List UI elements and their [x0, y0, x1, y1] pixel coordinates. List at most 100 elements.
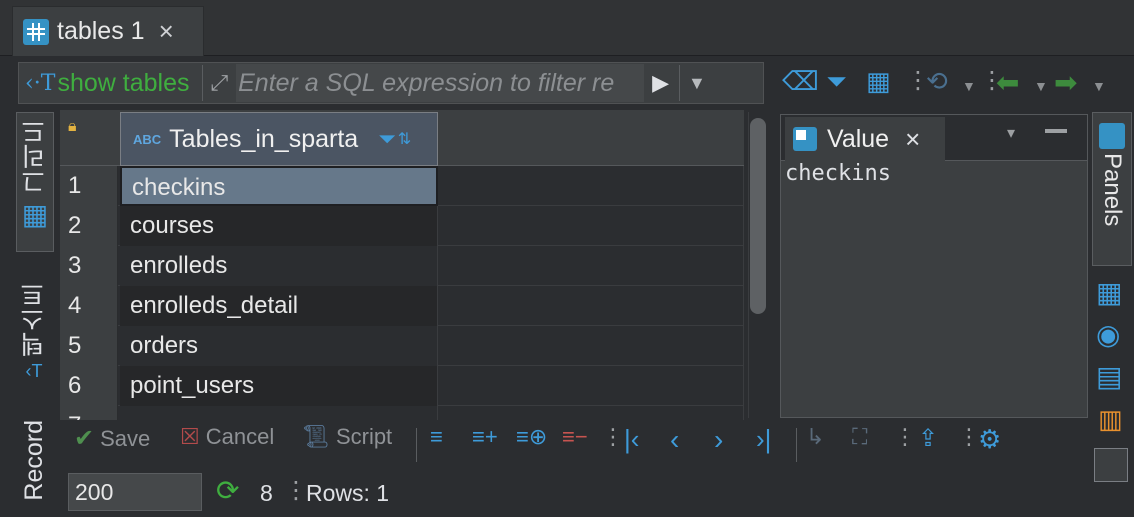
apply-filter-icon[interactable]: ▶ — [652, 70, 669, 96]
row-filler — [438, 166, 744, 206]
close-tab-icon[interactable]: × — [159, 16, 174, 47]
table-cell[interactable]: enrolleds_detail — [120, 286, 438, 326]
tab-value[interactable]: Value × — [785, 117, 945, 161]
cancel-label: Cancel — [205, 424, 275, 449]
first-page-icon[interactable]: |‹ — [624, 424, 639, 455]
cancel-button[interactable]: ☒ Cancel — [180, 424, 274, 450]
more-options-icon[interactable]: ⋮ — [602, 424, 624, 450]
refresh-icon[interactable]: ⟳ — [216, 474, 239, 507]
value-panel: Value × ▾ checkins — [780, 114, 1088, 418]
table-row[interactable]: 5 orders — [60, 326, 744, 366]
panels-icon — [1099, 123, 1125, 149]
chevron-down-icon[interactable]: ▼ — [1092, 78, 1106, 94]
table-row[interactable]: 1 checkins — [60, 166, 744, 206]
back-arrow-icon[interactable]: ⬅ — [996, 66, 1019, 99]
script-label: Script — [335, 424, 393, 449]
more-options-icon[interactable]: ⋮ — [958, 424, 980, 450]
value-tab-label: Value — [827, 124, 890, 153]
column-header-tables-in-sparta[interactable]: ABC Tables_in_sparta ⏷ ⇅ — [120, 112, 438, 166]
export-icon[interactable]: ⇪ — [918, 424, 938, 453]
filter-history-dropdown-icon[interactable]: ▼ — [688, 73, 706, 94]
column-filter-icon[interactable]: ⏷ — [378, 126, 396, 152]
value-content[interactable]: checkins — [785, 161, 891, 186]
panel-menu-icon[interactable]: ▾ — [1007, 123, 1015, 143]
separator — [679, 65, 681, 101]
row-filler — [438, 366, 744, 406]
settings-gear-icon[interactable]: ⚙ — [978, 424, 1001, 455]
next-page-icon[interactable]: › — [714, 424, 723, 456]
chevron-down-icon[interactable]: ▼ — [962, 78, 976, 94]
value-viewer-icon — [793, 127, 817, 151]
tab-tables-1[interactable]: tables 1 × — [12, 6, 204, 56]
row-filler — [438, 246, 744, 286]
fetch-size-input[interactable] — [68, 473, 202, 511]
status-bar — [60, 466, 1090, 517]
value-viewer-panel-icon[interactable] — [1094, 448, 1128, 482]
column-name: Tables_in_sparta — [169, 124, 359, 153]
filter-clear-icon[interactable]: ⏷ — [826, 66, 847, 98]
refresh-link-icon[interactable]: ⟲ — [926, 66, 948, 97]
table-row[interactable]: 7 — [60, 406, 744, 420]
table-cell[interactable]: enrolleds — [120, 246, 438, 286]
copy-row-icon[interactable]: ≡⊕ — [516, 424, 547, 450]
calculator-icon[interactable]: ▦ — [1096, 276, 1122, 309]
tab-grid-view[interactable]: 그리드 ▦ — [16, 112, 54, 252]
row-number: 7 — [60, 406, 118, 420]
more-options-icon[interactable]: ⋮ — [894, 424, 916, 450]
table-row[interactable]: 4 enrolleds_detail — [60, 286, 744, 326]
close-value-panel-icon[interactable]: × — [905, 124, 920, 155]
table-grid-icon — [23, 18, 49, 45]
row-number: 3 — [60, 246, 118, 286]
table-row[interactable]: 3 enrolleds — [60, 246, 744, 286]
forward-arrow-icon[interactable]: ➡ — [1054, 66, 1077, 99]
row-filler — [438, 206, 744, 246]
row-number: 1 — [60, 166, 118, 206]
save-label: Save — [100, 425, 151, 451]
separator — [201, 65, 203, 101]
text-icon: ‹T — [25, 361, 43, 381]
save-button[interactable]: ✔ Save — [74, 424, 150, 453]
script-button[interactable]: 📜︎ Script — [302, 424, 392, 450]
value-panel-header: Value × ▾ — [781, 115, 1087, 161]
row-count: Rows: 1 — [306, 480, 390, 506]
minimize-icon[interactable] — [1045, 129, 1067, 133]
eraser-icon[interactable]: ⌫ — [782, 66, 819, 97]
grid-icon: ▦ — [21, 199, 49, 230]
tab-record-view[interactable]: Record — [14, 420, 54, 517]
table-cell[interactable] — [120, 406, 438, 420]
fit-view-icon[interactable]: ⛶ — [852, 424, 867, 450]
references-icon[interactable]: ▥ — [1098, 404, 1123, 435]
expand-icon[interactable]: ⤢ — [211, 70, 229, 96]
grid-tab-label: 그리드 — [21, 119, 49, 194]
lock-icon: 🔒︎ — [68, 118, 77, 135]
column-sort-icon[interactable]: ⇅ — [398, 129, 411, 149]
link-icon[interactable]: ↳ — [806, 424, 824, 450]
metadata-icon[interactable]: ▤ — [1096, 360, 1122, 393]
table-row[interactable]: 6 point_users — [60, 366, 744, 406]
more-options-icon[interactable]: ⋮ — [284, 476, 308, 505]
scrollbar-thumb[interactable] — [750, 118, 766, 314]
table-cell[interactable]: point_users — [120, 366, 438, 406]
grouping-icon[interactable]: ◉ — [1096, 318, 1120, 351]
refresh-count: 8 — [260, 480, 273, 506]
last-page-icon[interactable]: ›| — [756, 424, 771, 455]
panels-toggle[interactable]: Panels — [1092, 112, 1132, 266]
separator — [796, 428, 797, 462]
chevron-down-icon[interactable]: ▼ — [1034, 78, 1048, 94]
delete-row-icon[interactable]: ≡− — [562, 424, 588, 450]
filter-input[interactable] — [236, 64, 645, 102]
row-number: 5 — [60, 326, 118, 366]
table-cell[interactable]: checkins — [120, 166, 438, 206]
table-cell[interactable]: orders — [120, 326, 438, 366]
grid-header: 🔒︎ ABC Tables_in_sparta ⏷ ⇅ — [60, 110, 744, 166]
tab-text-view[interactable]: 텍스트 ‹T — [14, 282, 54, 392]
filter-settings-icon[interactable]: ▦ — [866, 66, 891, 97]
table-row[interactable]: 2 courses — [60, 206, 744, 246]
add-row-icon[interactable]: ≡+ — [472, 424, 498, 450]
results-grid: 🔒︎ ABC Tables_in_sparta ⏷ ⇅ 1 checkins 2… — [60, 110, 744, 420]
separator — [416, 428, 417, 462]
edit-row-icon[interactable]: ≡ — [430, 424, 443, 450]
table-cell[interactable]: courses — [120, 206, 438, 246]
previous-page-icon[interactable]: ‹ — [670, 424, 679, 456]
filter-query-label[interactable]: show tables — [57, 69, 189, 98]
